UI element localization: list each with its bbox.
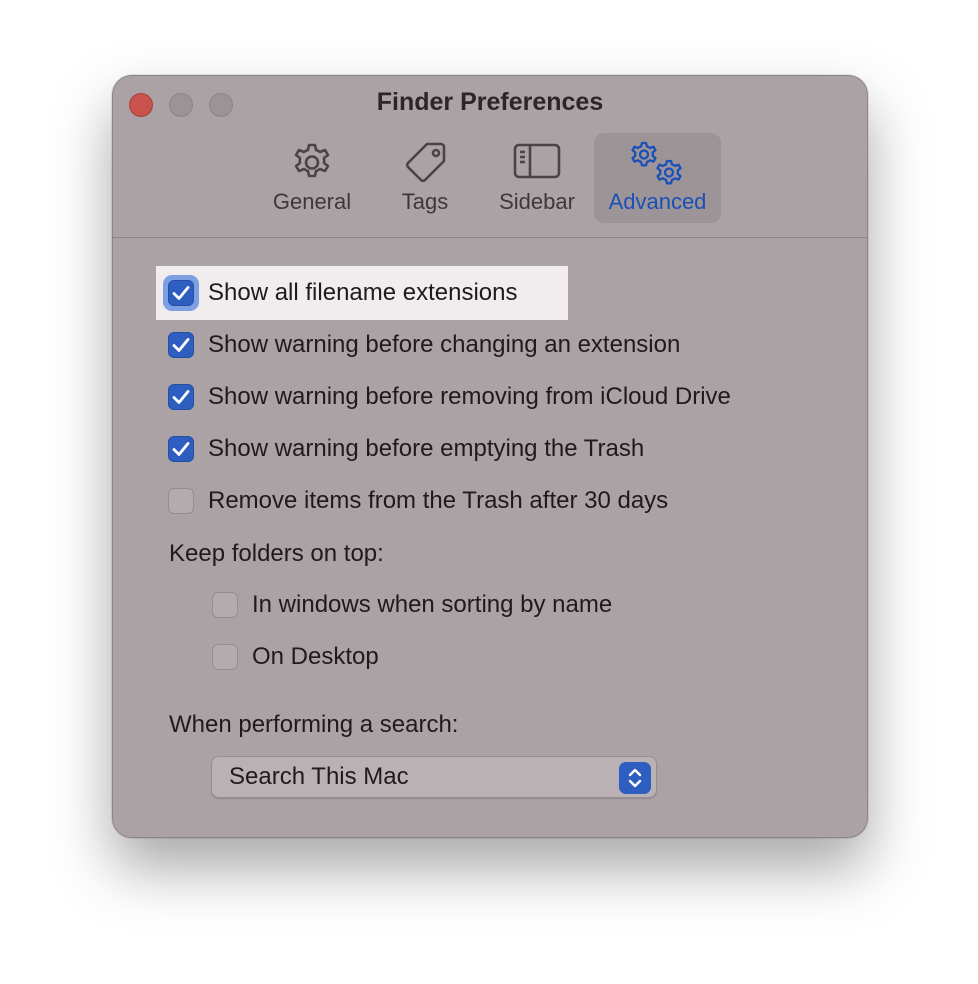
sidebar-icon — [512, 141, 562, 186]
option-show-extensions[interactable]: Show all filename extensions — [163, 273, 518, 313]
chevron-up-down-icon[interactable] — [619, 762, 651, 794]
search-scope-select[interactable]: Search This Mac — [211, 756, 657, 798]
tab-sidebar-label: Sidebar — [499, 189, 575, 214]
keep-folders-heading: Keep folders on top: — [169, 540, 384, 567]
option-label: Show warning before emptying the Trash — [208, 435, 645, 462]
option-label: Show all filename extensions — [208, 279, 518, 306]
checkbox-warn-changing-extension[interactable] — [168, 332, 194, 358]
option-label: Show warning before changing an extensio… — [208, 331, 681, 358]
checkbox-remove-trash-30-days[interactable] — [168, 488, 194, 514]
option-warn-icloud[interactable]: Show warning before removing from iCloud… — [168, 377, 731, 417]
checkbox-folders-on-desktop[interactable] — [212, 644, 238, 670]
tab-general-label: General — [272, 189, 352, 214]
option-label: On Desktop — [252, 643, 379, 670]
search-heading: When performing a search: — [169, 711, 459, 738]
focus-ring — [163, 275, 199, 311]
tab-general[interactable]: General — [257, 133, 367, 223]
tab-tags-label: Tags — [401, 189, 449, 214]
option-folders-in-windows[interactable]: In windows when sorting by name — [212, 585, 612, 625]
option-label: Remove items from the Trash after 30 day… — [208, 487, 669, 514]
option-label: Show warning before removing from iCloud… — [208, 383, 731, 410]
gear-icon — [290, 141, 334, 190]
checkbox-warn-icloud[interactable] — [168, 384, 194, 410]
tab-advanced[interactable]: Advanced — [594, 133, 721, 223]
titlebar: Finder Preferences General Tags Sidebar … — [113, 76, 867, 238]
search-scope-value: Search This Mac — [229, 763, 409, 790]
checkmark-icon — [172, 442, 190, 456]
tab-sidebar[interactable]: Sidebar — [483, 133, 591, 223]
option-warn-trash[interactable]: Show warning before emptying the Trash — [168, 429, 644, 469]
finder-preferences-window: Finder Preferences General Tags Sidebar … — [112, 75, 868, 838]
tab-advanced-label: Advanced — [608, 189, 707, 214]
window-title: Finder Preferences — [376, 88, 604, 116]
checkmark-icon — [172, 390, 190, 404]
checkbox-warn-trash[interactable] — [168, 436, 194, 462]
option-folders-on-desktop[interactable]: On Desktop — [212, 637, 379, 677]
checkmark-icon — [172, 338, 190, 352]
checkbox-folders-in-windows[interactable] — [212, 592, 238, 618]
tab-tags[interactable]: Tags — [375, 133, 475, 223]
option-warn-changing-extension[interactable]: Show warning before changing an extensio… — [168, 325, 680, 365]
tag-icon — [401, 141, 449, 190]
checkbox-show-extensions[interactable] — [168, 280, 194, 306]
option-label: In windows when sorting by name — [252, 591, 613, 618]
checkmark-icon — [172, 286, 190, 300]
gears-icon — [629, 141, 687, 192]
option-remove-trash-30-days[interactable]: Remove items from the Trash after 30 day… — [168, 481, 668, 521]
